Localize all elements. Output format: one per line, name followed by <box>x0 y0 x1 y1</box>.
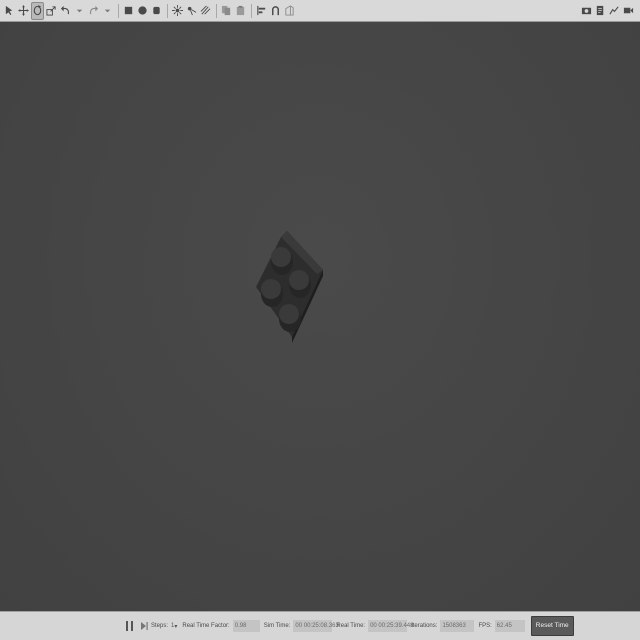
redo-history-icon <box>104 9 111 13</box>
change-view-angle-button[interactable] <box>283 2 296 20</box>
step-forward-icon <box>140 622 148 630</box>
snap-icon <box>272 6 279 16</box>
toolbar-right-group <box>580 0 640 22</box>
real-time-factor-label: Real Time Factor: <box>182 623 230 629</box>
cylinder-shape-icon <box>153 6 160 15</box>
scene-viewport[interactable] <box>0 22 640 611</box>
undo-history-button[interactable] <box>73 2 86 20</box>
plot-button[interactable] <box>608 2 621 20</box>
screenshot-icon <box>581 7 592 15</box>
cylinder-shape-button[interactable] <box>150 2 163 20</box>
pause-icon <box>125 621 133 631</box>
sphere-shape-button[interactable] <box>136 2 149 20</box>
select-mode-icon <box>5 5 13 16</box>
toolbar-separator <box>167 3 168 18</box>
copy-icon <box>221 5 231 16</box>
rotate-mode-icon <box>33 5 42 16</box>
box-shape-icon <box>124 6 133 15</box>
simulation-status-bar: Steps: 1 ▾ Real Time Factor: 0.98 Sim Ti… <box>0 611 640 640</box>
redo-button[interactable] <box>87 2 100 20</box>
point-light-icon <box>172 5 183 16</box>
rotate-mode-button[interactable] <box>31 1 44 20</box>
iterations-value: 1508363 <box>440 620 475 632</box>
step-button[interactable] <box>140 619 148 633</box>
scale-mode-icon <box>46 6 56 16</box>
sim-time-label: Sim Time: <box>263 623 291 629</box>
sim-time-value: 00 00:25:08.363 <box>293 620 339 632</box>
undo-icon <box>60 5 70 15</box>
point-light-button[interactable] <box>171 2 184 20</box>
select-mode-button[interactable] <box>3 2 16 20</box>
snap-button[interactable] <box>269 2 282 20</box>
spot-light-button[interactable] <box>185 2 198 20</box>
iterations-label: Iterations: <box>411 623 438 629</box>
reset-time-button[interactable]: Reset Time <box>530 616 574 636</box>
real-time-label: Real Time: <box>336 623 366 629</box>
fps-value: 62.45 <box>494 620 525 632</box>
spot-light-icon <box>187 6 197 16</box>
video-record-button[interactable] <box>622 2 635 20</box>
video-record-icon <box>623 7 634 14</box>
toolbar-separator <box>118 3 119 18</box>
steps-label: Steps: <box>151 623 169 629</box>
redo-history-button[interactable] <box>101 2 114 20</box>
sphere-shape-icon <box>138 6 147 15</box>
change-view-angle-icon <box>285 5 294 16</box>
scale-mode-button[interactable] <box>45 2 58 20</box>
paste-icon <box>236 5 245 16</box>
redo-icon <box>89 5 99 15</box>
log-icon <box>596 5 604 16</box>
translate-mode-icon <box>18 5 29 16</box>
toolbar-left-group <box>0 0 297 22</box>
toolbar-separator <box>216 3 217 18</box>
steps-spinner-icon[interactable]: ▾ <box>174 623 177 630</box>
lego-brick-model[interactable] <box>250 217 340 357</box>
log-button[interactable] <box>594 2 607 20</box>
plot-icon <box>609 6 619 15</box>
paste-button[interactable] <box>234 2 247 20</box>
box-shape-button[interactable] <box>122 2 135 20</box>
copy-button[interactable] <box>220 2 233 20</box>
align-icon <box>257 5 266 16</box>
directional-light-icon <box>200 5 211 15</box>
undo-button[interactable] <box>59 2 72 20</box>
align-button[interactable] <box>255 2 268 20</box>
undo-history-icon <box>76 9 83 13</box>
real-time-value: 00 00:25:39.448 <box>368 620 413 632</box>
real-time-factor-value: 0.98 <box>232 620 260 632</box>
directional-light-button[interactable] <box>199 2 212 20</box>
toolbar-separator <box>251 3 252 18</box>
top-toolbar <box>0 0 640 22</box>
pause-button[interactable] <box>124 619 134 633</box>
screenshot-button[interactable] <box>580 2 593 20</box>
fps-label: FPS: <box>478 623 492 629</box>
translate-mode-button[interactable] <box>17 2 30 20</box>
